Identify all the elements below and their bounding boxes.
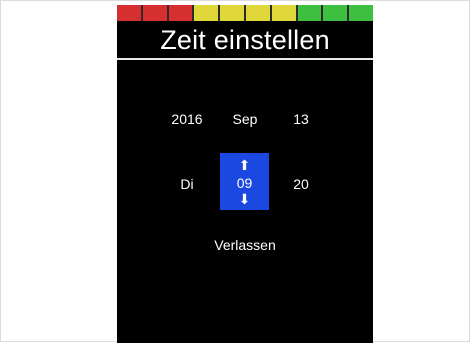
arrow-up-icon[interactable]: ⬆ — [220, 158, 269, 172]
led-indicator-bar — [117, 5, 373, 21]
led-segment — [142, 5, 169, 21]
led-segment — [323, 5, 350, 21]
year-field[interactable]: 2016 — [157, 111, 217, 127]
page-title: Zeit einstellen — [160, 25, 330, 55]
led-segment — [245, 5, 272, 21]
weekday-field[interactable]: Di — [157, 176, 217, 192]
led-segment — [220, 5, 246, 21]
device-frame: Zeit einstellen 2016 Sep 13 Di ⬆ 09 ⬇ 20… — [0, 0, 470, 343]
minute-field[interactable]: 20 — [271, 176, 331, 192]
led-segment — [349, 5, 373, 21]
led-segment — [271, 5, 298, 21]
arrow-down-icon[interactable]: ⬇ — [220, 192, 269, 206]
led-segment — [117, 5, 143, 21]
month-field[interactable]: Sep — [215, 111, 275, 127]
title-divider — [117, 58, 373, 60]
hour-stepper[interactable]: ⬆ 09 ⬇ — [220, 153, 269, 210]
hour-value: 09 — [236, 175, 253, 191]
led-segment — [168, 5, 195, 21]
led-segment — [194, 5, 221, 21]
led-segment — [297, 5, 324, 21]
exit-button[interactable]: Verlassen — [117, 237, 373, 253]
day-field[interactable]: 13 — [271, 111, 331, 127]
device-screen: Zeit einstellen 2016 Sep 13 Di ⬆ 09 ⬇ 20… — [117, 5, 373, 343]
